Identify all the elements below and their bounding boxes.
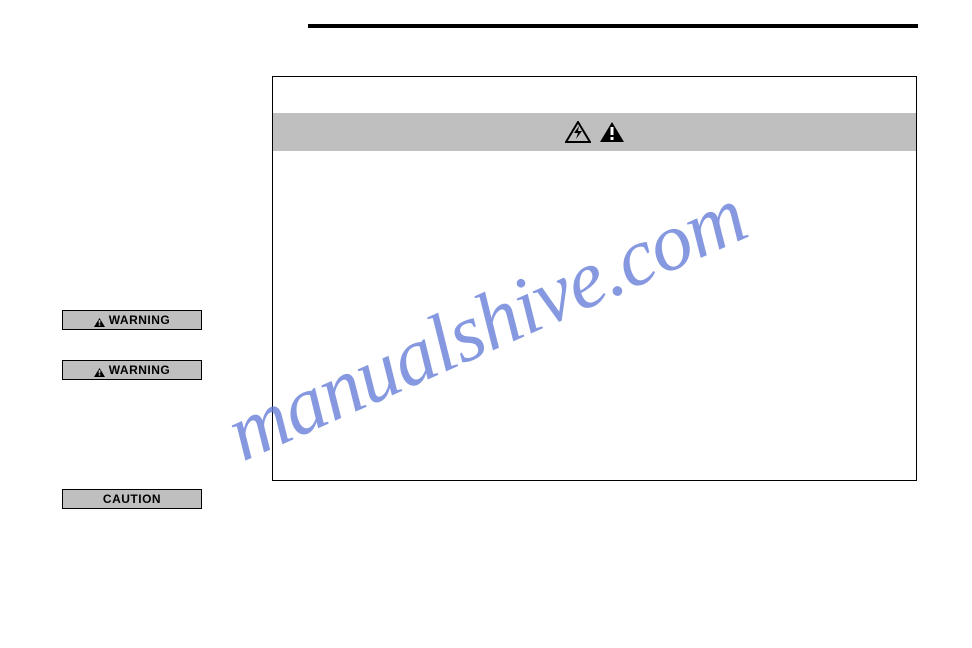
warning-text: WARNING (109, 363, 171, 377)
alert-triangle-icon (94, 316, 105, 325)
alert-triangle-icon (94, 366, 105, 375)
warning-label-1: WARNING (62, 310, 202, 330)
hazard-icons (565, 121, 625, 143)
shock-triangle-icon (565, 121, 591, 143)
header-rule (308, 24, 918, 28)
warning-label-2: WARNING (62, 360, 202, 380)
caution-panel (272, 76, 917, 481)
warning-text: WARNING (109, 313, 171, 327)
alert-triangle-icon (599, 121, 625, 143)
caution-title-band (273, 113, 916, 151)
caution-text: CAUTION (103, 492, 161, 506)
manual-page: WARNING WARNING CAUTION m (0, 0, 972, 648)
caution-label: CAUTION (62, 489, 202, 509)
